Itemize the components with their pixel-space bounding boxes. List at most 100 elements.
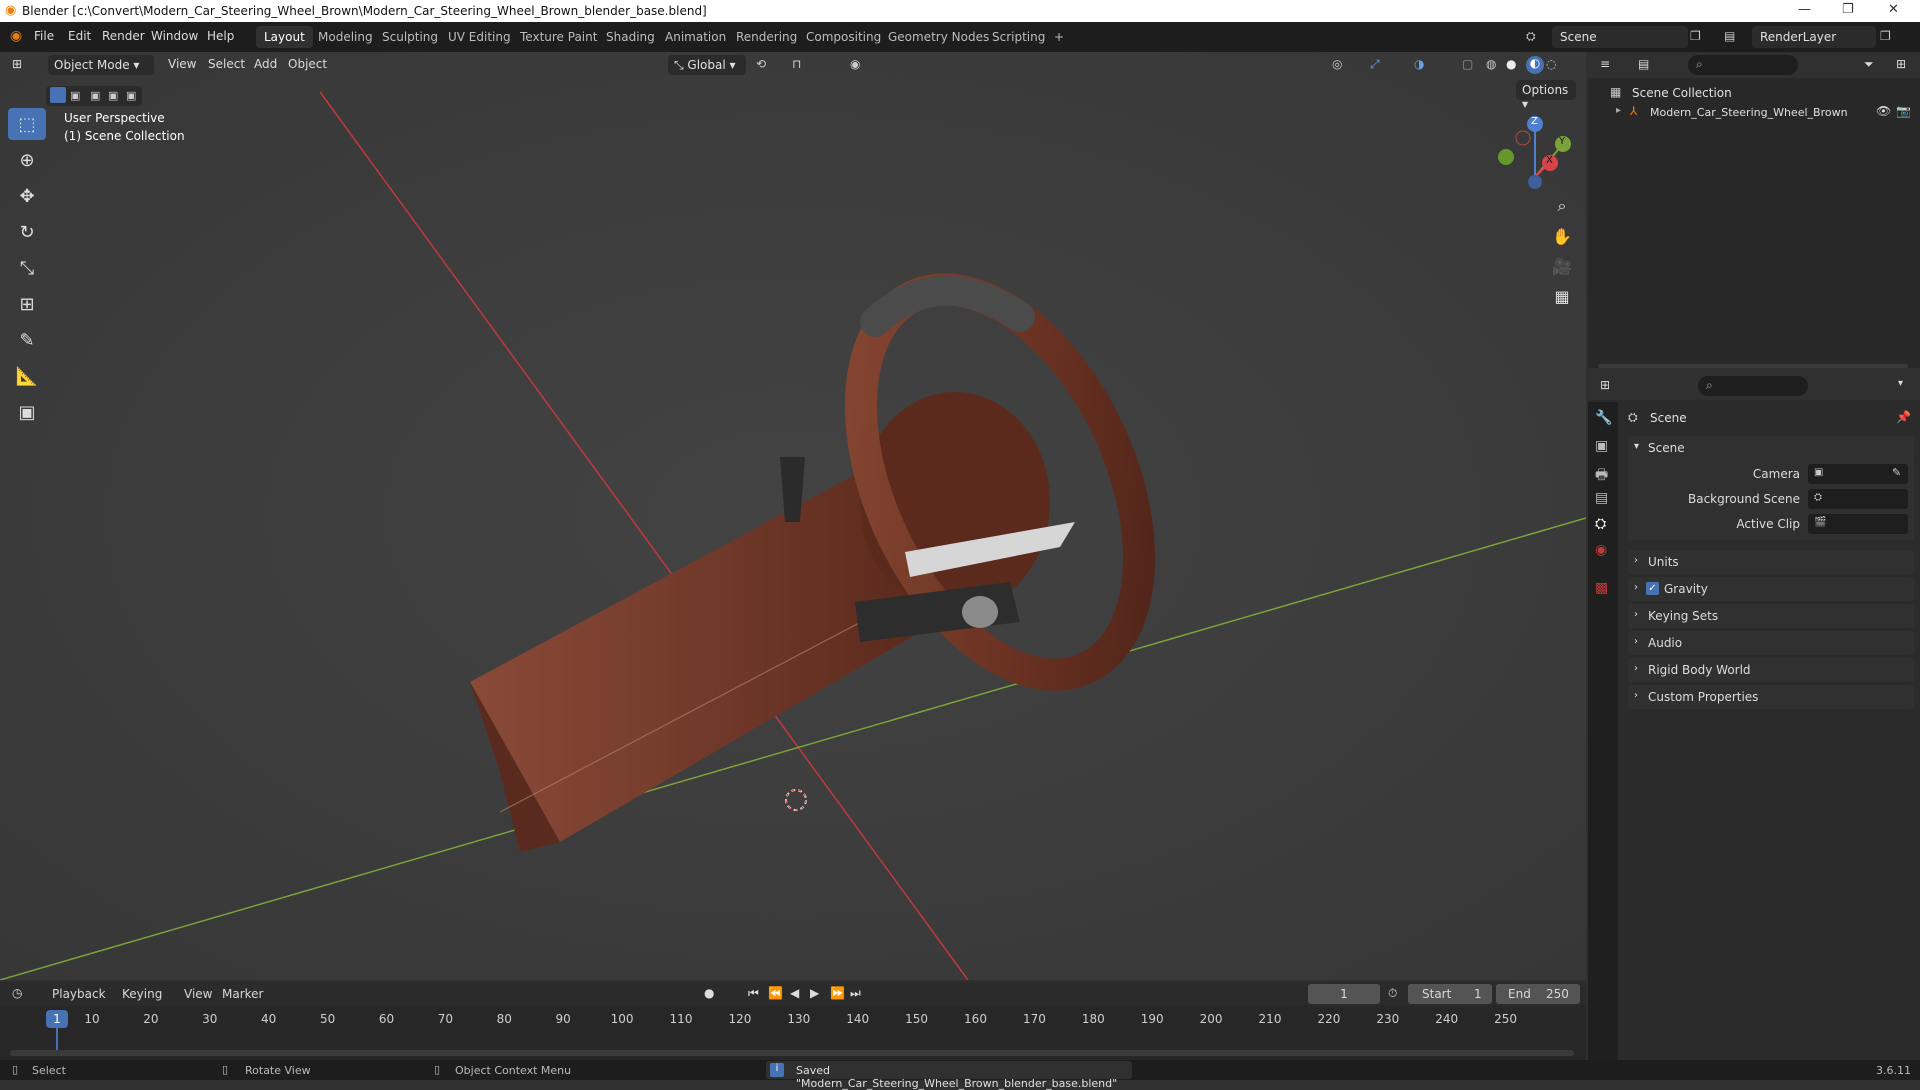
viewport-menu-view[interactable]: View (168, 57, 196, 71)
gizmo-z-label[interactable]: Z (1531, 116, 1538, 127)
gizmo-y-label[interactable]: Y (1559, 136, 1565, 147)
outliner-root[interactable]: Scene Collection (1632, 86, 1732, 100)
rendered-shading-icon[interactable]: ◌ (1546, 57, 1556, 71)
menu-file[interactable]: File (34, 29, 54, 43)
new-scene-icon[interactable]: ❐ (1690, 29, 1701, 43)
timeline-menu-keying[interactable]: Keying (122, 987, 162, 1001)
expand-arrow-icon[interactable]: ▸ (1616, 105, 1621, 116)
timeline-editor-icon[interactable]: ◷ (12, 986, 22, 1000)
display-mode-icon[interactable]: ▤ (1638, 57, 1649, 71)
current-frame-field[interactable]: 1 (1308, 984, 1380, 1004)
selection-mode-buttons[interactable]: ▣ ▣ ▣ ▣ (46, 86, 142, 106)
transform-orientation-selector[interactable]: ⤡ Global ▾ (668, 55, 746, 75)
tab-geometry-nodes[interactable]: Geometry Nodes (880, 26, 997, 48)
measure-icon[interactable]: 📐 (8, 360, 46, 392)
new-renderlayer-icon[interactable]: ❐ (1880, 29, 1891, 43)
select-intersect-icon[interactable]: ▣ (126, 89, 136, 102)
prev-keyframe-icon[interactable]: ⏪ (768, 986, 783, 1000)
output-tab-icon[interactable]: 🖶 (1595, 464, 1608, 488)
close-icon[interactable]: ✕ (1888, 2, 1899, 17)
snap-icon[interactable]: ⊓ (792, 57, 801, 71)
timeline-editor[interactable]: ◷ Playback Keying View Marker ● ⏮ ⏪ ◀ ▶ … (0, 982, 1586, 1060)
minimize-icon[interactable]: — (1798, 2, 1811, 17)
mode-selector[interactable]: Object Mode ▾ (48, 55, 154, 75)
menu-render[interactable]: Render (102, 29, 145, 43)
timeline-menu-playback[interactable]: Playback (52, 987, 106, 1001)
scene-selector[interactable]: Scene (1552, 26, 1688, 48)
timeline-menu-view[interactable]: View (184, 987, 212, 1001)
tab-compositing[interactable]: Compositing (798, 26, 889, 48)
outliner-search-input[interactable]: ⌕ (1688, 55, 1798, 75)
select-extend-icon[interactable]: ▣ (70, 89, 80, 102)
blender-menu-icon[interactable]: ◉ (10, 28, 22, 44)
tab-modeling[interactable]: Modeling (310, 26, 381, 48)
material-shading-icon[interactable]: ◐ (1526, 56, 1544, 74)
viewport-menu-object[interactable]: Object (288, 57, 327, 71)
scale-icon[interactable]: ⤡ (8, 252, 46, 284)
render-camera-icon[interactable]: 📷 (1896, 104, 1911, 118)
active-clip-field[interactable]: 🎬 (1808, 514, 1908, 534)
new-collection-icon[interactable]: ⊞ (1896, 57, 1906, 71)
properties-editor-icon[interactable]: ⊞ (1600, 378, 1610, 392)
3d-viewport[interactable]: Z Y X ⊞ Object Mode ▾ View Select Add Ob… (0, 52, 1586, 980)
outliner-scrollbar[interactable] (1598, 364, 1908, 368)
select-subtract-icon[interactable]: ▣ (90, 89, 100, 102)
outliner-row[interactable]: ▸ ⅄ Modern_Car_Steering_Wheel_Brown 👁 📷 (1588, 102, 1920, 122)
select-new-icon[interactable] (50, 87, 66, 103)
tool-tab-icon[interactable]: 🔧 (1595, 410, 1612, 426)
eye-icon[interactable]: 👁 (1876, 104, 1891, 118)
viewport-menu-select[interactable]: Select (208, 57, 245, 71)
tab-shading[interactable]: Shading (598, 26, 663, 48)
audio-panel[interactable]: › Audio (1628, 631, 1914, 655)
filter-icon[interactable]: ⏷ (1864, 57, 1874, 72)
outliner-item-name[interactable]: Modern_Car_Steering_Wheel_Brown (1650, 106, 1848, 119)
menu-edit[interactable]: Edit (68, 29, 91, 43)
add-cube-icon[interactable]: ▣ (8, 396, 46, 428)
texture-tab-icon[interactable]: ▩ (1595, 580, 1608, 596)
properties-search-input[interactable]: ⌕ (1698, 376, 1808, 396)
world-tab-icon[interactable]: ◉ (1595, 542, 1607, 558)
record-icon[interactable]: ● (704, 986, 714, 1000)
renderlayer-selector[interactable]: RenderLayer (1752, 26, 1876, 48)
playhead-indicator[interactable]: 1 (46, 1010, 68, 1028)
proportional-edit-icon[interactable]: ◉ (850, 57, 860, 71)
options-button[interactable]: Options ▾ (1516, 80, 1576, 111)
outliner-editor-icon[interactable]: ≡ (1600, 57, 1610, 71)
scene-section-header[interactable]: ▾ Scene (1628, 436, 1914, 460)
xray-icon[interactable]: ▢ (1462, 57, 1473, 71)
tab-texture-paint[interactable]: Texture Paint (512, 26, 605, 48)
tab-sculpting[interactable]: Sculpting (374, 26, 446, 48)
solid-shading-icon[interactable]: ● (1506, 57, 1516, 71)
tab-scripting[interactable]: Scripting (984, 26, 1053, 48)
wireframe-shading-icon[interactable]: ◍ (1486, 57, 1496, 71)
background-scene-field[interactable]: ⛭ (1808, 489, 1908, 509)
tab-layout[interactable]: Layout (256, 26, 313, 48)
render-tab-icon[interactable]: ▣ (1595, 438, 1608, 454)
timeline-scrollbar[interactable] (10, 1050, 1574, 1056)
eyedropper-icon[interactable]: ✎ (1892, 466, 1901, 479)
tab-animation[interactable]: Animation (657, 26, 734, 48)
rigid-body-world-panel[interactable]: › Rigid Body World (1628, 658, 1914, 682)
start-frame-field[interactable]: Start 1 (1408, 984, 1492, 1004)
pin-icon[interactable]: 📌 (1896, 410, 1911, 424)
overlay-toggle-icon[interactable]: ◑ (1414, 57, 1424, 71)
select-box-icon[interactable]: ⬚ (8, 108, 46, 140)
tab-rendering[interactable]: Rendering (728, 26, 805, 48)
pivot-icon[interactable]: ⟲ (756, 57, 766, 71)
play-icon[interactable]: ▶ (810, 986, 819, 1000)
move-icon[interactable]: ✥ (8, 180, 46, 212)
jump-end-icon[interactable]: ⏭ (850, 986, 861, 1001)
jump-start-icon[interactable]: ⏮ (748, 986, 759, 1001)
viewport-menu-add[interactable]: Add (254, 57, 277, 71)
gizmo-toggle-icon[interactable]: ⤢ (1370, 57, 1380, 72)
pan-hand-icon[interactable]: ✋ (1548, 222, 1576, 250)
next-keyframe-icon[interactable]: ⏩ (830, 986, 845, 1000)
annotate-icon[interactable]: ✎ (8, 324, 46, 356)
timeline-menu-marker[interactable]: Marker (222, 987, 263, 1001)
camera-view-icon[interactable]: 🎥 (1548, 252, 1576, 280)
preview-range-icon[interactable]: ⏱ (1388, 986, 1397, 1001)
units-panel[interactable]: › Units (1628, 550, 1914, 574)
chevron-down-icon[interactable]: ▾ (1898, 378, 1903, 389)
transform-icon[interactable]: ⊞ (8, 288, 46, 320)
ortho-grid-icon[interactable]: ▦ (1548, 282, 1576, 310)
